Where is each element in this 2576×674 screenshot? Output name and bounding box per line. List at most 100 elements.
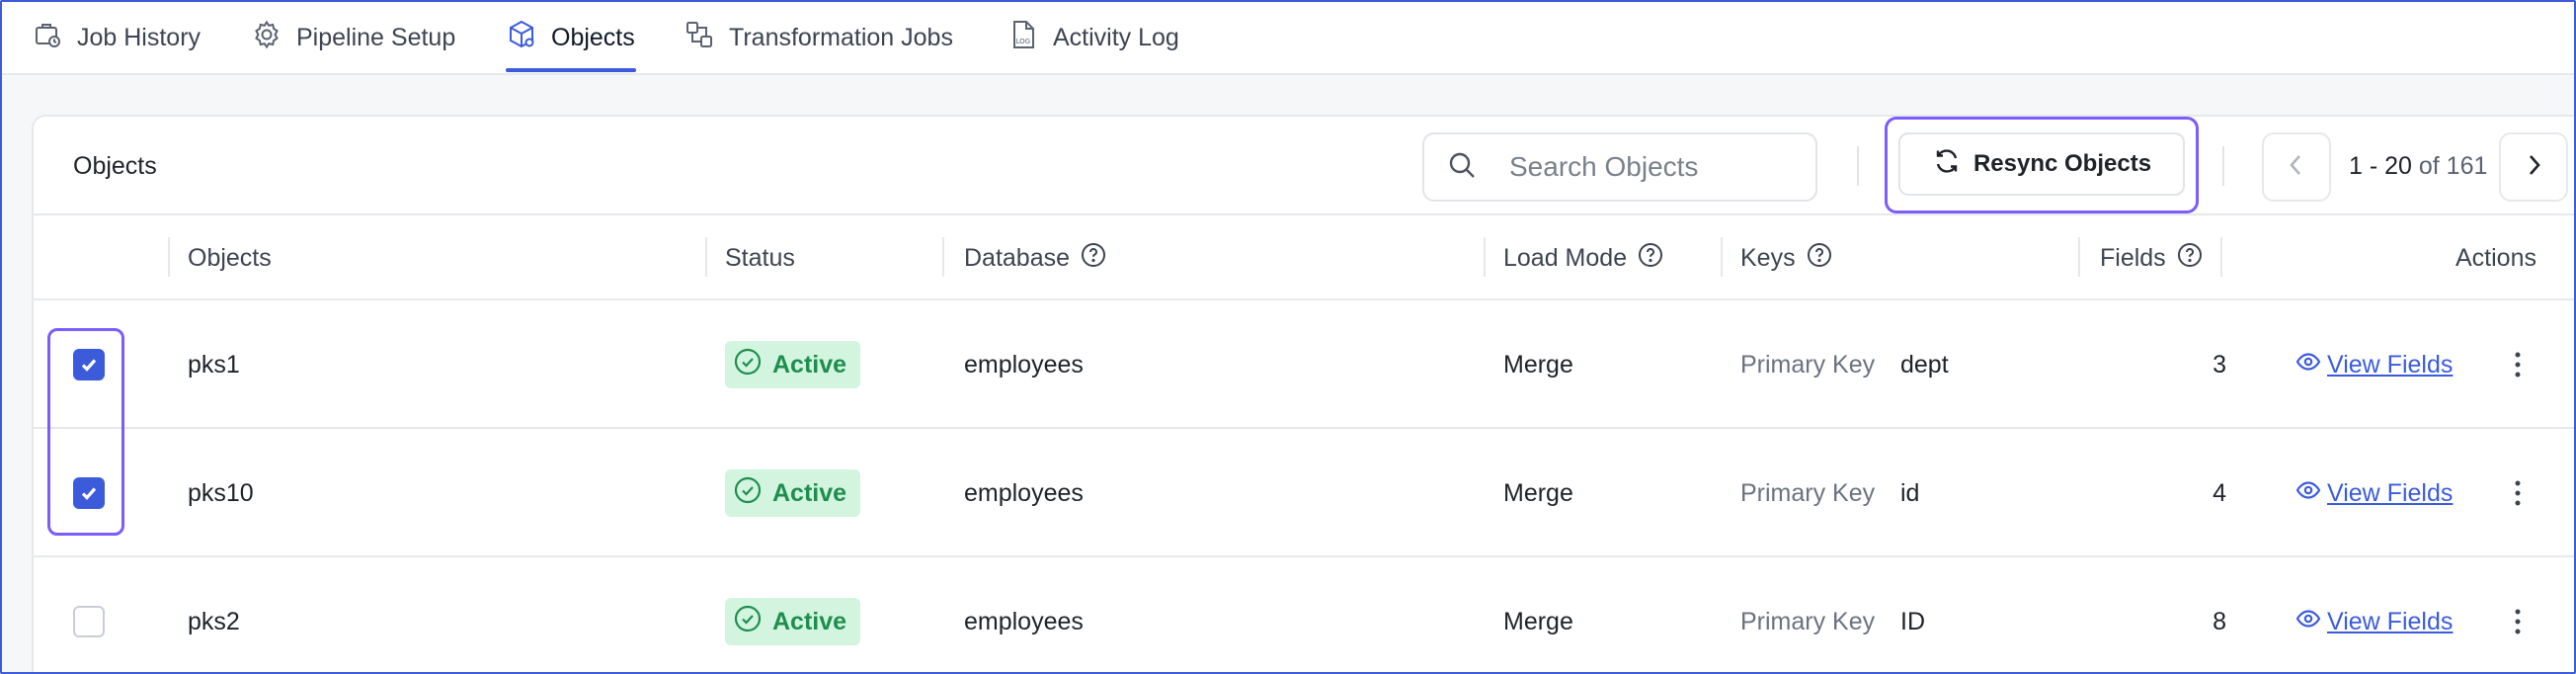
database-cell: employees <box>964 607 1084 635</box>
eye-icon <box>2295 606 2321 638</box>
object-name: pks1 <box>188 350 240 379</box>
key-type: Primary Key <box>1740 478 1876 507</box>
eye-icon <box>2295 477 2321 510</box>
help-icon[interactable] <box>1637 241 1664 276</box>
tab-pipeline-setup[interactable]: Pipeline Setup <box>251 2 455 73</box>
search-input[interactable] <box>1509 151 1806 183</box>
column-divider <box>705 237 707 277</box>
status-cell: Active <box>725 557 861 672</box>
column-header-keys[interactable]: Keys <box>1740 215 1833 300</box>
load-mode-cell: Merge <box>1503 350 1573 379</box>
view-fields-link[interactable]: View Fields <box>2295 429 2453 557</box>
database-cell: employees <box>964 350 1084 379</box>
column-divider <box>1721 237 1723 277</box>
key-value: ID <box>1900 607 1925 635</box>
column-header-status[interactable]: Status <box>725 215 795 300</box>
key-type: Primary Key <box>1740 350 1876 379</box>
tab-objects[interactable]: Objects <box>506 2 635 73</box>
object-name: pks2 <box>188 607 240 635</box>
prev-page-button[interactable] <box>2262 132 2331 202</box>
column-header-database[interactable]: Database <box>964 215 1107 300</box>
check-circle-icon <box>733 347 763 383</box>
page-range: 1 - 20 <box>2349 152 2412 180</box>
fields-count: 8 <box>2213 607 2226 635</box>
status-badge: Active <box>725 598 861 645</box>
column-header-objects[interactable]: Objects <box>188 215 272 300</box>
column-divider <box>168 237 170 277</box>
row-menu[interactable] <box>2503 557 2533 672</box>
help-icon[interactable] <box>2176 241 2204 276</box>
tab-label: Activity Log <box>1053 23 1179 51</box>
view-fields-link[interactable]: View Fields <box>2295 557 2453 672</box>
tab-label: Transformation Jobs <box>729 23 953 51</box>
column-header-load-mode[interactable]: Load Mode <box>1503 215 1664 300</box>
column-header-actions: Actions <box>2455 243 2536 272</box>
chevron-right-icon <box>2519 150 2548 185</box>
check-circle-icon <box>733 604 763 640</box>
tab-bar: Job History Pipeline Setup Objects Trans… <box>2 2 2574 75</box>
table-row[interactable]: pks10 Active employees Merge Primary Key… <box>34 429 2574 557</box>
objects-toolbar: Objects Resync Objects <box>34 117 2574 215</box>
help-icon[interactable] <box>1080 241 1107 276</box>
key-value: dept <box>1900 350 1949 379</box>
key-type: Primary Key <box>1740 607 1876 635</box>
row-select[interactable] <box>73 557 105 672</box>
tab-activity-log[interactable]: LOG Activity Log <box>1007 2 1179 73</box>
active-tab-indicator <box>506 68 636 72</box>
fields-count: 3 <box>2213 350 2226 379</box>
refresh-icon <box>1932 146 1962 183</box>
tab-label: Job History <box>77 23 201 51</box>
card-title: Objects <box>73 152 157 180</box>
table-row[interactable]: pks1 Active employees Merge Primary Key … <box>34 300 2574 429</box>
fields-count: 4 <box>2213 478 2226 507</box>
search-icon <box>1446 149 1478 186</box>
svg-text:LOG: LOG <box>1016 38 1031 45</box>
check-circle-icon <box>733 475 763 512</box>
eye-icon <box>2295 349 2321 381</box>
row-checkbox[interactable] <box>73 606 105 637</box>
cube-icon <box>506 19 537 57</box>
log-file-icon: LOG <box>1007 19 1039 57</box>
status-cell: Active <box>725 300 861 429</box>
tab-label: Pipeline Setup <box>296 23 456 51</box>
toolbar-divider <box>2222 146 2224 186</box>
database-cell: employees <box>964 478 1084 507</box>
column-divider <box>2220 237 2222 277</box>
row-menu[interactable] <box>2503 300 2533 429</box>
help-icon[interactable] <box>1806 241 1833 276</box>
tab-label: Objects <box>551 23 635 51</box>
next-page-button[interactable] <box>2499 132 2568 202</box>
tab-job-history[interactable]: Job History <box>32 2 201 73</box>
column-divider <box>1484 237 1486 277</box>
load-mode-cell: Merge <box>1503 478 1573 507</box>
more-vertical-icon[interactable] <box>2503 345 2533 384</box>
chevron-left-icon <box>2282 150 2311 185</box>
view-fields-link[interactable]: View Fields <box>2295 300 2453 429</box>
column-divider <box>942 237 944 277</box>
search-box[interactable] <box>1422 132 1817 202</box>
more-vertical-icon[interactable] <box>2503 473 2533 513</box>
toolbar-divider <box>1857 146 1859 186</box>
transform-icon <box>684 19 715 57</box>
key-value: id <box>1900 478 1920 507</box>
more-vertical-icon[interactable] <box>2503 602 2533 641</box>
object-name: pks10 <box>188 478 254 507</box>
tab-transformation-jobs[interactable]: Transformation Jobs <box>684 2 953 73</box>
resync-objects-button[interactable]: Resync Objects <box>1898 132 2185 196</box>
page-total: of 161 <box>2418 152 2488 180</box>
resync-label: Resync Objects <box>1972 150 2152 177</box>
job-history-icon <box>32 19 63 57</box>
objects-card: Objects Resync Objects <box>32 115 2574 672</box>
load-mode-cell: Merge <box>1503 607 1573 635</box>
selection-highlight <box>47 328 124 536</box>
status-badge: Active <box>725 341 861 388</box>
table-header: Objects Status Database Load Mode Keys F… <box>34 215 2574 300</box>
row-menu[interactable] <box>2503 429 2533 557</box>
app-frame: Job History Pipeline Setup Objects Trans… <box>0 0 2576 674</box>
gear-icon <box>251 19 282 57</box>
column-header-fields[interactable]: Fields <box>2100 215 2204 300</box>
status-cell: Active <box>725 429 861 557</box>
status-badge: Active <box>725 469 861 517</box>
table-row[interactable]: pks2 Active employees Merge Primary Key … <box>34 557 2574 672</box>
column-divider <box>2078 237 2080 277</box>
